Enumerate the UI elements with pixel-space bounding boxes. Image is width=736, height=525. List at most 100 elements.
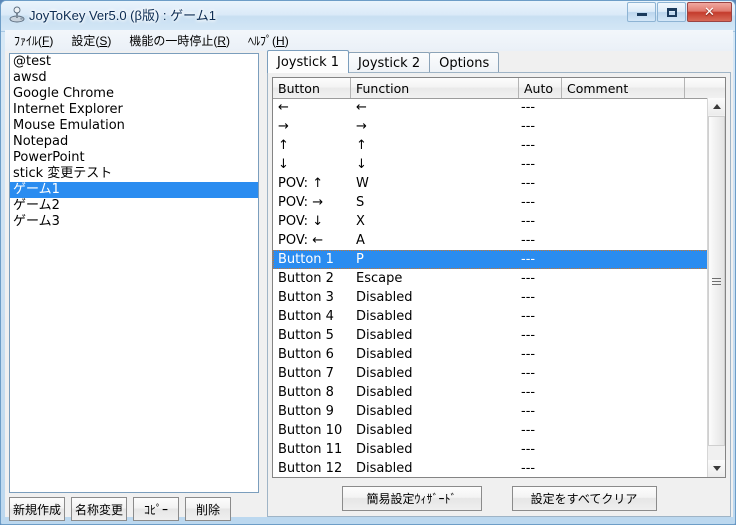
clear-all-settings-button[interactable]: 設定をすべてクリア <box>512 486 657 511</box>
close-icon: ✕ <box>688 3 731 21</box>
column-header-function[interactable]: Function <box>351 78 519 98</box>
menu-help-post: ) <box>285 34 289 48</box>
scrollbar-thumb[interactable] <box>708 116 725 446</box>
menu-item-pause[interactable]: 機能の一時停止(R) <box>120 30 239 52</box>
profile-listbox[interactable]: @testawsdGoogle ChromeInternet ExplorerM… <box>9 53 259 493</box>
assignment-listview[interactable]: Button Function Auto Comment ←←---→→---↑… <box>272 77 726 478</box>
joystick-icon <box>8 6 26 23</box>
cell-auto: --- <box>519 288 562 307</box>
cell-comment <box>562 402 685 421</box>
table-row[interactable]: Button 11Disabled--- <box>273 440 708 459</box>
table-row[interactable]: Button 1P--- <box>273 250 708 269</box>
list-item[interactable]: @test <box>10 54 258 70</box>
list-item[interactable]: ゲーム1 <box>10 182 258 198</box>
table-row[interactable]: Button 10Disabled--- <box>273 421 708 440</box>
new-profile-button[interactable]: 新規作成 <box>9 497 65 521</box>
menu-bar: ﾌｧｲﾙ(F) 設定(S) 機能の一時停止(R) ﾍﾙﾌﾟ(H) <box>5 30 733 51</box>
scroll-down-button[interactable] <box>708 460 725 477</box>
table-row[interactable]: Button 6Disabled--- <box>273 345 708 364</box>
tab-joystick-2[interactable]: Joystick 2 <box>348 52 430 73</box>
assignment-buttons: 簡易設定ｳｨｻﾞｰﾄﾞ 設定をすべてクリア <box>272 485 726 511</box>
table-row[interactable]: Button 4Disabled--- <box>273 307 708 326</box>
grip-icon <box>712 276 721 287</box>
maximize-icon <box>658 3 685 21</box>
cell-comment <box>562 193 685 212</box>
cell-function: P <box>351 250 519 269</box>
cell-button: Button 8 <box>273 383 351 402</box>
cell-auto: --- <box>519 402 562 421</box>
list-item[interactable]: PowerPoint <box>10 150 258 166</box>
listview-scrollbar[interactable] <box>707 98 725 477</box>
list-item[interactable]: ゲーム3 <box>10 214 258 230</box>
list-item[interactable]: stick 変更テスト <box>10 166 258 182</box>
copy-profile-button[interactable]: ｺﾋﾟｰ <box>133 497 179 521</box>
table-row[interactable]: Button 9Disabled--- <box>273 402 708 421</box>
cell-auto: --- <box>519 269 562 288</box>
cell-comment <box>562 250 685 269</box>
table-row[interactable]: ←←--- <box>273 98 708 117</box>
minimize-button[interactable] <box>627 2 656 22</box>
cell-comment <box>562 117 685 136</box>
cell-comment <box>562 307 685 326</box>
menu-settings-pre: 設定( <box>71 34 99 48</box>
cell-comment <box>562 98 685 117</box>
cell-comment <box>562 288 685 307</box>
cell-function: W <box>351 174 519 193</box>
menu-item-help[interactable]: ﾍﾙﾌﾟ(H) <box>239 30 298 52</box>
table-row[interactable]: Button 7Disabled--- <box>273 364 708 383</box>
cell-auto: --- <box>519 250 562 269</box>
cell-button: Button 5 <box>273 326 351 345</box>
cell-auto: --- <box>519 231 562 250</box>
table-row[interactable]: Button 12Disabled--- <box>273 459 708 477</box>
cell-comment <box>562 269 685 288</box>
cell-function: Disabled <box>351 459 519 477</box>
column-header-auto[interactable]: Auto <box>519 78 562 98</box>
app-window: JoyToKey Ver5.0 (β版) : ゲーム1 ✕ ﾌｧｲﾙ(F) 設定… <box>0 0 736 525</box>
cell-auto: --- <box>519 326 562 345</box>
scroll-up-button[interactable] <box>708 98 725 115</box>
list-item[interactable]: Notepad <box>10 134 258 150</box>
cell-auto: --- <box>519 440 562 459</box>
tab-page-joystick1: Button Function Auto Comment ←←---→→---↑… <box>267 72 731 517</box>
list-item[interactable]: Mouse Emulation <box>10 118 258 134</box>
list-item[interactable]: Internet Explorer <box>10 102 258 118</box>
table-row[interactable]: POV: →S--- <box>273 193 708 212</box>
list-item[interactable]: ゲーム2 <box>10 198 258 214</box>
setup-wizard-button[interactable]: 簡易設定ｳｨｻﾞｰﾄﾞ <box>342 486 482 511</box>
column-header-button[interactable]: Button <box>273 78 351 98</box>
cell-function: ↓ <box>351 155 519 174</box>
column-header-comment[interactable]: Comment <box>562 78 685 98</box>
table-row[interactable]: ↓↓--- <box>273 155 708 174</box>
table-row[interactable]: Button 5Disabled--- <box>273 326 708 345</box>
cell-auto: --- <box>519 212 562 231</box>
menu-item-file[interactable]: ﾌｧｲﾙ(F) <box>5 30 62 52</box>
title-bar[interactable]: JoyToKey Ver5.0 (β版) : ゲーム1 ✕ <box>1 1 735 28</box>
cell-function: Escape <box>351 269 519 288</box>
rename-profile-button[interactable]: 名称変更 <box>71 497 127 521</box>
cell-function: Disabled <box>351 307 519 326</box>
table-row[interactable]: POV: ↓X--- <box>273 212 708 231</box>
delete-profile-button[interactable]: 削除 <box>185 497 231 521</box>
list-item[interactable]: Google Chrome <box>10 86 258 102</box>
close-button[interactable]: ✕ <box>687 2 732 22</box>
table-row[interactable]: ↑↑--- <box>273 136 708 155</box>
tab-joystick-1[interactable]: Joystick 1 <box>267 50 349 73</box>
menu-file-post: ) <box>49 34 53 48</box>
tab-options[interactable]: Options <box>429 52 499 73</box>
table-row[interactable]: →→--- <box>273 117 708 136</box>
table-row[interactable]: Button 3Disabled--- <box>273 288 708 307</box>
list-item[interactable]: awsd <box>10 70 258 86</box>
menu-pause-pre: 機能の一時停止( <box>129 34 217 48</box>
cell-auto: --- <box>519 345 562 364</box>
cell-auto: --- <box>519 421 562 440</box>
table-row[interactable]: POV: ←A--- <box>273 231 708 250</box>
table-row[interactable]: POV: ↑W--- <box>273 174 708 193</box>
minimize-icon <box>628 3 655 21</box>
menu-item-settings[interactable]: 設定(S) <box>62 30 120 52</box>
maximize-button[interactable] <box>657 2 686 22</box>
cell-button: Button 4 <box>273 307 351 326</box>
table-row[interactable]: Button 2Escape--- <box>273 269 708 288</box>
chevron-down-icon <box>713 466 721 471</box>
cell-function: ↑ <box>351 136 519 155</box>
table-row[interactable]: Button 8Disabled--- <box>273 383 708 402</box>
